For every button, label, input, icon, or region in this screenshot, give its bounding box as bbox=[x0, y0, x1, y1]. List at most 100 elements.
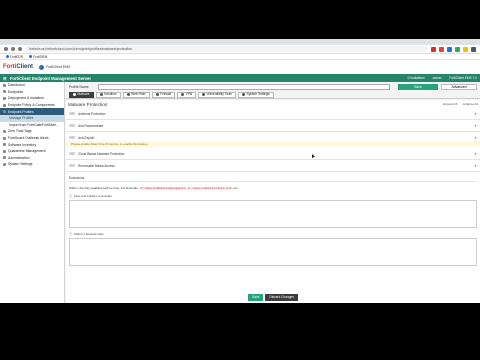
section-anti-ransomware[interactable]: Anti-Ransomware ▼ bbox=[66, 120, 480, 132]
tab-firewall[interactable]: Firewall bbox=[151, 91, 176, 98]
tab-sandbox[interactable]: Sandbox bbox=[95, 91, 121, 98]
tab-vulnerability-scan[interactable]: Vulnerability Scan bbox=[198, 91, 237, 98]
vpn-icon bbox=[181, 93, 185, 96]
app-header-bar: ☰ FortiClient Endpoint Management Server… bbox=[0, 74, 480, 82]
expand-all-link[interactable]: Expand All bbox=[443, 102, 457, 106]
panel-title: Malware Protection bbox=[68, 101, 108, 107]
chevron-down-icon[interactable]: ▼ bbox=[474, 152, 477, 156]
profile-icon[interactable] bbox=[471, 46, 476, 52]
admin-icon bbox=[3, 156, 6, 160]
quarantine-icon bbox=[3, 149, 6, 153]
section-antivirus[interactable]: Antivirus Protection ▼ bbox=[66, 108, 480, 120]
profile-name-label: Profile Name bbox=[69, 84, 89, 89]
advanced-button[interactable]: Advanced bbox=[441, 83, 477, 90]
anti-ransomware-toggle[interactable] bbox=[69, 124, 75, 127]
sidebar-item-policy[interactable]: Endpoint Policy & Components bbox=[0, 102, 64, 109]
profile-name-row: Profile Name Save Advanced bbox=[66, 82, 480, 91]
endpoints-icon bbox=[3, 90, 6, 94]
section-cloud-malware[interactable]: Cloud Based Malware Protection ▼ bbox=[66, 148, 480, 160]
sidebar-item-zero-trust[interactable]: Zero Trust Tags bbox=[0, 128, 64, 135]
form-footer: Save Discard Changes bbox=[66, 294, 480, 301]
sidebar-item-endpoints[interactable]: Endpoints bbox=[0, 89, 64, 96]
profiles-icon bbox=[3, 110, 6, 114]
sidebar-item-endpoint-profiles[interactable]: Endpoint Profiles bbox=[0, 108, 64, 115]
sidebar-item-software[interactable]: Software Inventory bbox=[0, 141, 64, 148]
alert-icon bbox=[3, 136, 6, 140]
back-icon[interactable] bbox=[4, 47, 8, 51]
anti-exploit-toggle[interactable] bbox=[69, 136, 75, 139]
deployment-icon bbox=[3, 96, 6, 100]
tag-icon bbox=[3, 129, 6, 133]
sidebar-item-quarantine[interactable]: Quarantine Management bbox=[0, 148, 64, 155]
scan-icon bbox=[202, 93, 206, 96]
sidebar-item-import[interactable]: Import from FortiGate/FortiMan... bbox=[0, 122, 64, 129]
sidebar-item-administration[interactable]: Administration bbox=[0, 155, 64, 162]
forticlient-logo: FortiClient bbox=[3, 64, 34, 70]
footer-save-button[interactable]: Save bbox=[248, 294, 264, 301]
web-filter-icon bbox=[126, 93, 130, 96]
paths-textarea[interactable] bbox=[69, 238, 477, 266]
tab-system-settings[interactable]: System Settings bbox=[238, 91, 274, 98]
bookmark-item[interactable]: FortiEDR bbox=[6, 54, 23, 59]
save-button[interactable]: Save bbox=[398, 83, 438, 90]
files-folders-textarea[interactable] bbox=[69, 200, 477, 228]
info-note: Please enable Real-Time Protection to en… bbox=[66, 141, 480, 147]
reload-icon[interactable] bbox=[18, 47, 22, 51]
panel-header: Malware Protection Expand All Collapse A… bbox=[66, 100, 480, 108]
gear-icon bbox=[242, 93, 246, 96]
extension-icon[interactable] bbox=[447, 46, 452, 52]
bookmark-item[interactable]: FortiSIEM bbox=[29, 54, 47, 59]
sandbox-icon bbox=[99, 93, 103, 96]
sidebar-item-dashboard[interactable]: Dashboard bbox=[0, 82, 64, 89]
browser-address-bar: fortiedr.us.fortinetcloud.com/#/endpoint… bbox=[0, 45, 480, 54]
software-icon bbox=[3, 143, 6, 147]
policy-icon bbox=[3, 103, 6, 107]
chevron-down-icon[interactable]: ▼ bbox=[474, 112, 477, 116]
tab-vpn[interactable]: VPN bbox=[177, 91, 197, 98]
ems-icon bbox=[39, 64, 45, 70]
cloud-malware-toggle[interactable] bbox=[69, 152, 75, 155]
chevron-down-icon[interactable]: ▼ bbox=[474, 136, 477, 140]
extension-icon[interactable] bbox=[455, 46, 460, 52]
extension-icon[interactable] bbox=[431, 46, 436, 52]
sidebar-item-deployment[interactable]: Deployment & Installers bbox=[0, 95, 64, 102]
discard-changes-button[interactable]: Discard Changes bbox=[265, 294, 298, 301]
antivirus-toggle[interactable] bbox=[69, 112, 75, 115]
dashboard-icon bbox=[3, 83, 6, 87]
invitations-link[interactable]: 0 Invitations bbox=[408, 76, 425, 80]
info-icon: ⓘ bbox=[69, 232, 73, 236]
collapse-all-link[interactable]: Collapse All bbox=[462, 102, 478, 106]
files-folders-label: ⓘ Files and Folders to Exclude bbox=[69, 194, 112, 198]
chevron-down-icon[interactable]: ▼ bbox=[474, 164, 477, 168]
extension-icon[interactable] bbox=[439, 46, 444, 52]
app-title: FortiClient Endpoint Management Server bbox=[9, 75, 91, 81]
extension-icon[interactable] bbox=[463, 46, 468, 52]
removable-media-toggle[interactable] bbox=[69, 164, 75, 167]
forward-icon[interactable] bbox=[11, 47, 15, 51]
tab-web-filter[interactable]: Web Filter bbox=[122, 91, 150, 98]
firewall-icon bbox=[155, 93, 159, 96]
tab-malware[interactable]: Malware bbox=[69, 91, 94, 98]
info-icon: ⓘ bbox=[69, 194, 73, 198]
exclusions-note: Paths: Use fully qualified path per line… bbox=[69, 186, 239, 190]
url-field[interactable]: fortiedr.us.fortinetcloud.com/#/endpoint… bbox=[25, 46, 428, 52]
sidebar-item-system-settings[interactable]: System Settings bbox=[0, 161, 64, 168]
menu-icon[interactable]: ☰ bbox=[3, 76, 7, 81]
ems-indicator: FortiClient EMS bbox=[39, 64, 71, 70]
chevron-down-icon[interactable]: ▼ bbox=[474, 124, 477, 128]
main-content: Profile Name Save Advanced Malware Sandb… bbox=[66, 82, 480, 303]
version-label: FortiClient EMS 7.0 bbox=[449, 76, 477, 80]
exclusions-title: Exclusions bbox=[69, 174, 477, 182]
profile-tabs: Malware Sandbox Web Filter Firewall VPN … bbox=[66, 91, 480, 99]
exclusions-section: Exclusions Paths: Use fully qualified pa… bbox=[66, 172, 480, 268]
malware-panel: Malware Protection Expand All Collapse A… bbox=[66, 100, 480, 303]
screen: fortiedr.us.fortinetcloud.com/#/endpoint… bbox=[0, 39, 480, 303]
gear-icon bbox=[3, 162, 6, 166]
profile-name-input[interactable] bbox=[98, 83, 390, 90]
user-menu[interactable]: admin bbox=[433, 76, 442, 80]
section-removable-media[interactable]: Removable Media Access ▼ bbox=[66, 160, 480, 172]
app-logo-row: FortiClient FortiClient EMS bbox=[0, 60, 480, 74]
malware-icon bbox=[73, 93, 76, 96]
sidebar-item-outbreak[interactable]: FortiGuard Outbreak Alerts bbox=[0, 135, 64, 142]
sidebar-item-manage-profiles[interactable]: Manage Profiles bbox=[0, 114, 64, 122]
